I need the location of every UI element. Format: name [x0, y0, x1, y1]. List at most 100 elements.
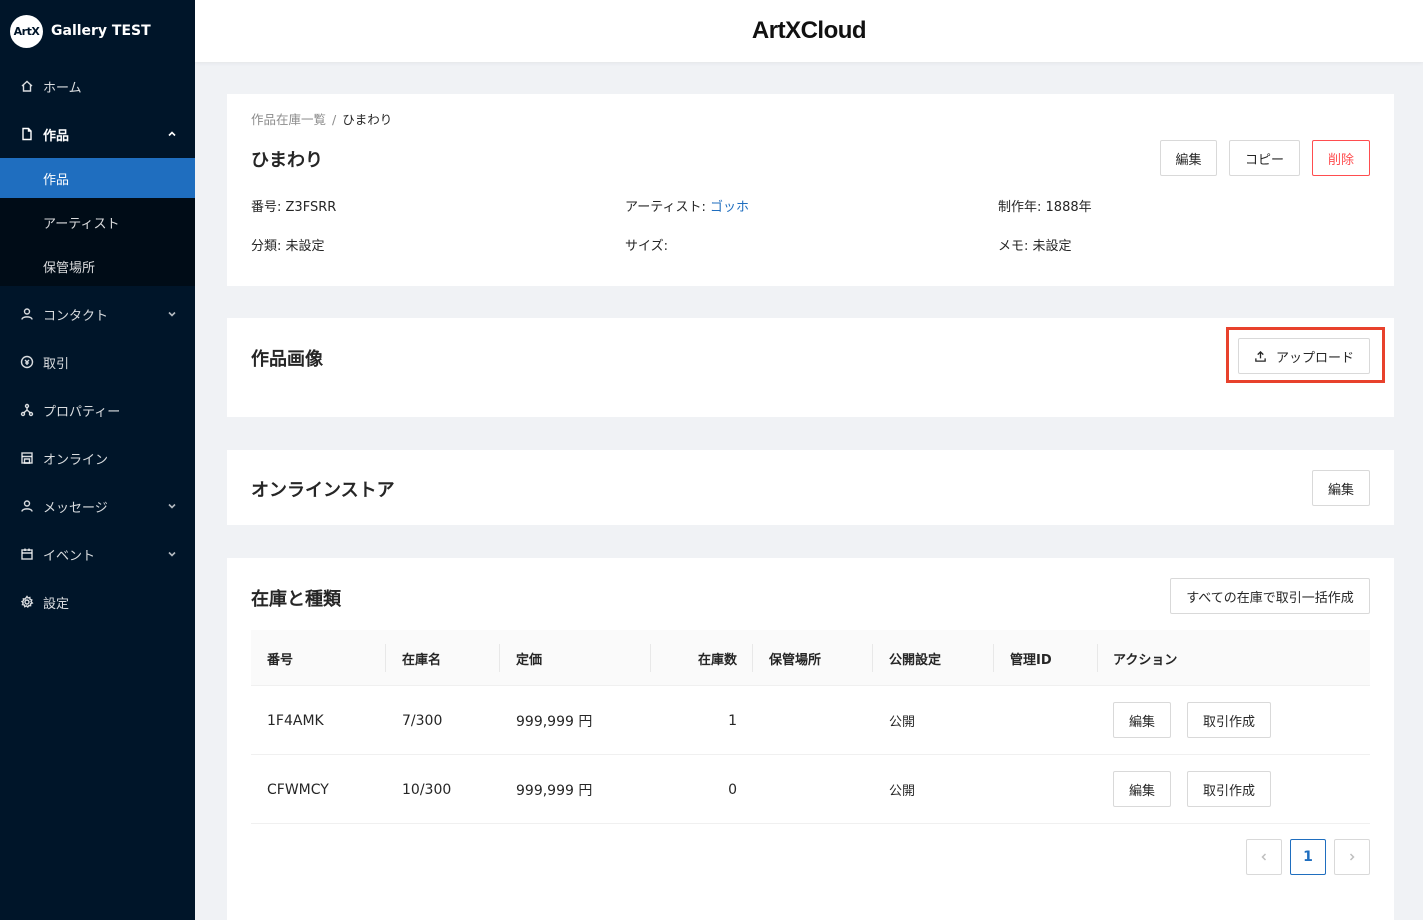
gear-icon	[20, 595, 34, 609]
column-divider	[385, 644, 386, 672]
cell-price: 999,999 円	[516, 713, 593, 730]
row-create-deal-button[interactable]: 取引作成	[1187, 771, 1271, 807]
sidebar-item-label: オンライン	[43, 452, 109, 468]
sidebar-item-transactions[interactable]: 取引	[0, 338, 195, 386]
field-label: メモ:	[998, 239, 1029, 254]
artwork-detail-card: 作品在庫一覧 / ひまわり ひまわり 編集 コピー 削除 番号: Z3FSRR アー…	[227, 94, 1394, 286]
cell-price: 999,999 円	[516, 782, 593, 799]
sidebar-item-online[interactable]: オンライン	[0, 434, 195, 482]
sidebar-item-label: イベント	[43, 548, 96, 564]
column-divider	[993, 644, 994, 672]
page-title: ひまわり	[251, 150, 323, 171]
column-header-number: 番号	[267, 652, 294, 668]
cell-number: 1F4AMK	[267, 712, 324, 729]
top-header: ArtXCloud	[195, 0, 1423, 62]
chevron-right-icon	[1349, 853, 1355, 861]
sidebar-item-events[interactable]: イベント	[0, 530, 195, 578]
artwork-images-card: 作品画像 アップロード	[227, 318, 1394, 417]
sidebar-subitem-storage[interactable]: 保管場所	[0, 246, 195, 286]
sidebar-item-label: ホーム	[43, 80, 82, 96]
cell-count: 1	[728, 712, 737, 729]
field-label: 番号:	[251, 200, 282, 215]
sidebar-item-properties[interactable]: プロパティー	[0, 386, 195, 434]
cell-count: 0	[728, 781, 737, 798]
column-header-name: 在庫名	[402, 652, 442, 668]
sidebar-subitem-artworks[interactable]: 作品	[0, 158, 195, 198]
row-create-deal-button[interactable]: 取引作成	[1187, 702, 1271, 738]
copy-button[interactable]: コピー	[1229, 140, 1300, 176]
column-header-actions: アクション	[1113, 652, 1178, 668]
user-icon	[20, 499, 34, 513]
breadcrumb-parent[interactable]: 作品在庫一覧	[251, 112, 326, 127]
row-edit-button[interactable]: 編集	[1113, 702, 1171, 738]
sidebar-item-label: 設定	[43, 596, 70, 612]
pagination-prev-button[interactable]	[1246, 839, 1282, 875]
field-memo: メモ: 未設定	[998, 235, 1072, 254]
chevron-left-icon	[1261, 853, 1267, 861]
table-header: 番号 在庫名 定価 在庫数 保管場所 公開設定 管理ID アクション	[251, 630, 1370, 686]
sidebar-item-messages[interactable]: メッセージ	[0, 482, 195, 530]
field-value: 未設定	[285, 239, 325, 254]
sidebar-item-label: 作品	[43, 128, 70, 144]
calendar-icon	[20, 547, 34, 561]
pagination-next-button[interactable]	[1334, 839, 1370, 875]
breadcrumb-current: ひまわり	[342, 112, 393, 127]
sidebar-subitem-artists[interactable]: アーティスト	[0, 202, 195, 242]
breadcrumb-separator: /	[332, 112, 337, 127]
field-category: 分類: 未設定	[251, 235, 325, 254]
cell-name: 7/300	[402, 712, 443, 729]
shop-icon	[20, 451, 34, 465]
breadcrumb: 作品在庫一覧 / ひまわり	[251, 109, 392, 128]
pagination-page-1[interactable]: 1	[1290, 839, 1326, 875]
sidebar-item-contacts[interactable]: コンタクト	[0, 290, 195, 338]
column-header-manage-id: 管理ID	[1010, 652, 1052, 668]
column-divider	[499, 644, 500, 672]
sidebar-item-label: プロパティー	[43, 404, 121, 420]
chevron-up-icon	[167, 128, 177, 138]
brand[interactable]: ArtX Gallery TEST	[0, 0, 195, 62]
column-divider	[1097, 644, 1098, 672]
chevron-down-icon	[167, 500, 177, 510]
sidebar-item-label: 取引	[43, 356, 70, 372]
field-label: アーティスト:	[625, 200, 706, 215]
sidebar-item-settings[interactable]: 設定	[0, 578, 195, 626]
store-section-title: オンラインストア	[251, 480, 395, 501]
cell-visibility: 公開	[889, 715, 916, 730]
field-label: サイズ:	[625, 239, 668, 254]
header-logo[interactable]: ArtXCloud	[752, 17, 867, 45]
sidebar: ArtX Gallery TEST ホーム 作品 作品 アーティスト 保管場所 …	[0, 0, 195, 920]
edit-button[interactable]: 編集	[1160, 140, 1217, 176]
images-section-title: 作品画像	[251, 349, 323, 370]
field-value: Z3FSRR	[285, 200, 337, 215]
home-icon	[20, 79, 34, 93]
inventory-card: 在庫と種類 すべての在庫で取引一括作成 番号 在庫名 定価 在庫数 保管場所 公…	[227, 558, 1394, 920]
row-edit-button[interactable]: 編集	[1113, 771, 1171, 807]
highlight-box	[1226, 327, 1385, 383]
column-header-price: 定価	[516, 652, 543, 668]
sidebar-item-label: コンタクト	[43, 308, 109, 324]
inventory-table: 番号 在庫名 定価 在庫数 保管場所 公開設定 管理ID アクション 1F4AM…	[251, 630, 1370, 824]
cell-visibility: 公開	[889, 784, 916, 799]
sidebar-item-label: メッセージ	[43, 500, 108, 516]
column-header-location: 保管場所	[769, 652, 822, 668]
delete-button[interactable]: 削除	[1312, 140, 1370, 176]
online-store-card: オンラインストア 編集	[227, 450, 1394, 525]
column-divider	[752, 644, 753, 672]
cell-number: CFWMCY	[267, 781, 329, 798]
field-label: 分類:	[251, 239, 282, 254]
table-row: 1F4AMK 7/300 999,999 円 1 公開 編集 取引作成	[251, 686, 1370, 755]
field-value: 未設定	[1032, 239, 1072, 254]
file-icon	[20, 127, 34, 141]
sidebar-item-home[interactable]: ホーム	[0, 62, 195, 110]
nodes-icon	[20, 403, 34, 417]
chevron-down-icon	[167, 308, 177, 318]
artworks-submenu: 作品 アーティスト 保管場所	[0, 158, 195, 286]
sidebar-item-artworks[interactable]: 作品	[0, 110, 195, 158]
store-edit-button[interactable]: 編集	[1312, 470, 1370, 506]
user-icon	[20, 307, 34, 321]
brand-name: Gallery TEST	[51, 23, 151, 39]
artist-link[interactable]: ゴッホ	[710, 200, 749, 215]
field-size: サイズ:	[625, 235, 668, 254]
bulk-deal-button[interactable]: すべての在庫で取引一括作成	[1170, 578, 1370, 614]
column-header-visibility: 公開設定	[889, 652, 942, 668]
